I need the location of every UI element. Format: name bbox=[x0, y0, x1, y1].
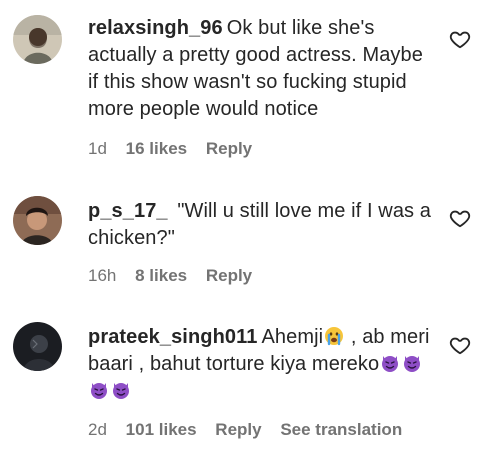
comment-body: relaxsingh_96 Ok but like she's actually … bbox=[88, 15, 438, 123]
comment-text-block: p_s_17_ "Will u still love me if I was a… bbox=[88, 198, 438, 252]
comment-text-block: prateek_singh011 Ahemji , ab meri baari ,… bbox=[88, 324, 438, 405]
heart-outline-icon[interactable] bbox=[449, 334, 471, 356]
reply-button[interactable]: Reply bbox=[206, 139, 252, 158]
heart-outline-icon[interactable] bbox=[449, 28, 471, 50]
purple-devil-emoji bbox=[402, 353, 422, 373]
reply-button[interactable]: Reply bbox=[215, 420, 261, 439]
crying-face-emoji bbox=[324, 326, 344, 346]
comment-username[interactable]: relaxsingh_96 bbox=[88, 17, 223, 39]
comment-likes[interactable]: 8 likes bbox=[135, 266, 187, 285]
comment-time: 2d bbox=[88, 420, 107, 439]
comment-meta: 16h 8 likes Reply bbox=[88, 266, 266, 286]
comment-time: 1d bbox=[88, 139, 107, 158]
avatar[interactable] bbox=[13, 15, 62, 64]
comment-username[interactable]: prateek_singh011 bbox=[88, 326, 257, 348]
comment-time: 16h bbox=[88, 266, 117, 285]
purple-devil-emoji bbox=[111, 380, 131, 400]
heart-outline-icon[interactable] bbox=[449, 207, 471, 229]
comment-username[interactable]: p_s_17_ bbox=[88, 200, 168, 222]
avatar[interactable] bbox=[13, 322, 62, 371]
comment-likes[interactable]: 16 likes bbox=[126, 139, 187, 158]
comment-meta: 1d 16 likes Reply bbox=[88, 139, 266, 159]
avatar[interactable] bbox=[13, 196, 62, 245]
comment-text-block: relaxsingh_96 Ok but like she's actually … bbox=[88, 15, 438, 123]
comment-body: p_s_17_ "Will u still love me if I was a… bbox=[88, 198, 438, 252]
purple-devil-emoji bbox=[89, 380, 109, 400]
purple-devil-emoji bbox=[380, 353, 400, 373]
comment-meta: 2d 101 likes Reply See translation bbox=[88, 420, 416, 440]
reply-button[interactable]: Reply bbox=[206, 266, 252, 285]
see-translation-button[interactable]: See translation bbox=[280, 420, 402, 439]
comment-text: Ahemji bbox=[261, 326, 324, 348]
comment-body: prateek_singh011 Ahemji , ab meri baari ,… bbox=[88, 324, 438, 405]
comment-likes[interactable]: 101 likes bbox=[126, 420, 197, 439]
